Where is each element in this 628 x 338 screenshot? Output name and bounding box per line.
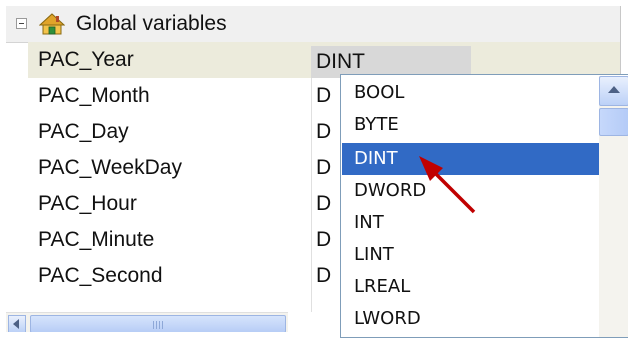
- dropdown-option[interactable]: LREAL: [342, 271, 600, 303]
- variable-name: PAC_Month: [38, 84, 150, 107]
- variable-name: PAC_Second: [38, 264, 163, 287]
- variable-name: PAC_Day: [38, 120, 129, 143]
- variable-name: PAC_Year: [38, 48, 134, 71]
- dropdown-option[interactable]: BOOL: [342, 77, 600, 109]
- horizontal-scrollbar[interactable]: [6, 312, 288, 332]
- variable-type: D: [316, 192, 332, 215]
- dropdown-option[interactable]: DWORD: [342, 175, 600, 207]
- collapse-icon[interactable]: [16, 18, 27, 29]
- home-icon: [39, 13, 65, 35]
- grip-icon: [153, 321, 165, 329]
- variable-name: PAC_Hour: [38, 192, 137, 215]
- variable-type: D: [316, 120, 332, 143]
- variable-name: PAC_Minute: [38, 228, 155, 251]
- scroll-thumb[interactable]: [599, 108, 628, 136]
- variable-type: D: [316, 264, 332, 287]
- scroll-thumb[interactable]: [30, 315, 286, 332]
- scroll-left-button[interactable]: [8, 315, 26, 332]
- vertical-scrollbar[interactable]: [599, 76, 628, 337]
- dropdown-option[interactable]: INT: [342, 207, 600, 239]
- dropdown-option-selected[interactable]: DINT: [342, 143, 600, 175]
- tree-title: Global variables: [76, 12, 227, 35]
- dropdown-option[interactable]: BYTE: [342, 109, 600, 141]
- dropdown-option[interactable]: LINT: [342, 239, 600, 271]
- type-dropdown-list[interactable]: BOOL BYTE DINT DWORD INT LINT LREAL LWOR…: [340, 74, 628, 338]
- variable-type: D: [316, 228, 332, 251]
- variable-type: D: [316, 84, 332, 107]
- tree-node-global-variables[interactable]: Global variables: [6, 6, 620, 43]
- scroll-up-button[interactable]: [599, 76, 628, 106]
- variable-name: PAC_WeekDay: [38, 156, 182, 179]
- variable-type: D: [316, 156, 332, 179]
- dropdown-option[interactable]: LWORD: [342, 303, 600, 335]
